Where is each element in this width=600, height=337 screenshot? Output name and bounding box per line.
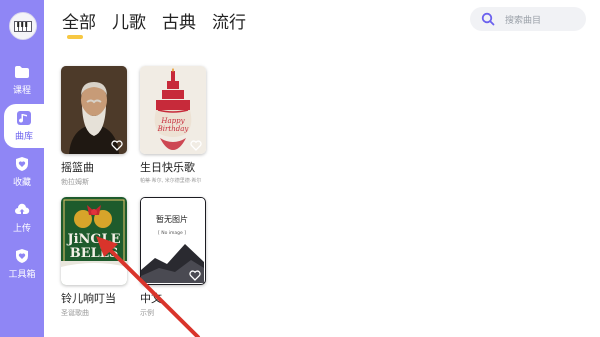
song-title: 中文: [140, 292, 162, 305]
piano-logo-icon: [9, 12, 37, 40]
song-subtitle: 帕蒂·希尔, 米尔德里德·希尔: [140, 178, 202, 184]
tab-pop[interactable]: 流行: [212, 8, 246, 33]
toolbox-icon: [16, 249, 28, 263]
sidebar-item-favorites[interactable]: 收藏: [0, 150, 44, 194]
cover-text-no-image-cn: 暂无图片: [156, 214, 188, 224]
song-cover: 暂无图片 [ No image ]: [140, 197, 206, 285]
song-cover: Happy Birthday: [140, 66, 206, 154]
heart-shield-icon: [16, 157, 28, 171]
music-note-icon: [17, 111, 31, 125]
song-card-chinese[interactable]: 暂无图片 [ No image ] 中文 示例: [140, 197, 206, 318]
cloud-upload-icon: [15, 203, 30, 214]
song-card-birthday[interactable]: Happy Birthday 生日快乐歌 帕蒂·希尔, 米尔德里德·希尔: [140, 66, 206, 184]
cover-text-bells: BELLS: [70, 246, 119, 261]
sidebar-item-toolbox[interactable]: 工具箱: [0, 242, 44, 286]
favorite-heart-icon[interactable]: [189, 270, 201, 281]
song-cover: JiNGLE BELLS: [61, 197, 127, 285]
sidebar-item-label: 工具箱: [8, 270, 36, 280]
song-cover: [61, 66, 127, 154]
search-icon: [481, 12, 495, 26]
song-card-lullaby[interactable]: 摇篮曲 勃拉姆斯: [61, 66, 127, 187]
sidebar-item-label: 收藏: [12, 178, 31, 188]
search-input[interactable]: 搜索曲目: [470, 7, 586, 31]
cover-text-happy: Happy: [160, 117, 185, 125]
tab-classical[interactable]: 古典: [162, 8, 196, 33]
tab-all[interactable]: 全部: [62, 8, 96, 39]
folder-icon: [15, 66, 29, 78]
favorite-heart-icon[interactable]: [111, 271, 123, 282]
song-subtitle: 勃拉姆斯: [61, 178, 89, 186]
sidebar-item-label: 上传: [12, 224, 31, 234]
category-tabs: 全部 儿歌 古典 流行: [62, 8, 246, 39]
song-card-jingle-bells[interactable]: JiNGLE BELLS 铃儿响叮当 圣诞歌曲: [61, 197, 127, 318]
sidebar-item-courses[interactable]: 课程: [0, 58, 44, 102]
cover-text-jingle: JiNGLE: [66, 232, 120, 247]
song-title: 摇篮曲: [61, 161, 94, 174]
sidebar-item-label: 课程: [12, 86, 31, 96]
song-title: 生日快乐歌: [140, 161, 195, 174]
tab-kids[interactable]: 儿歌: [112, 8, 146, 33]
cover-text-birthday: Birthday: [157, 125, 190, 133]
sidebar-item-library[interactable]: 曲库: [4, 104, 44, 148]
song-subtitle: 示例: [140, 309, 154, 317]
sidebar-item-label: 曲库: [14, 132, 33, 142]
song-title: 铃儿响叮当: [61, 292, 116, 305]
song-subtitle: 圣诞歌曲: [61, 309, 89, 317]
cover-text-no-image-en: [ No image ]: [158, 230, 186, 236]
favorite-heart-icon[interactable]: [190, 140, 202, 151]
search-placeholder: 搜索曲目: [505, 15, 542, 26]
sidebar-item-upload[interactable]: 上传: [0, 196, 44, 240]
sidebar: 课程 曲库 收藏 上传 工具箱: [0, 0, 44, 337]
favorite-heart-icon[interactable]: [111, 140, 123, 151]
